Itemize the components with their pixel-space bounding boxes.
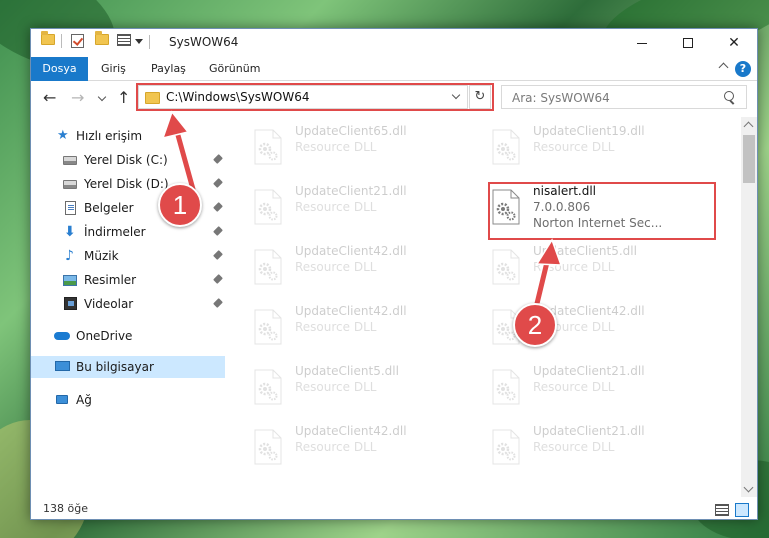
annotation-arrows [161,110,563,321]
step-badge-2: 2 [513,303,557,347]
step-badge-1: 1 [158,183,202,227]
